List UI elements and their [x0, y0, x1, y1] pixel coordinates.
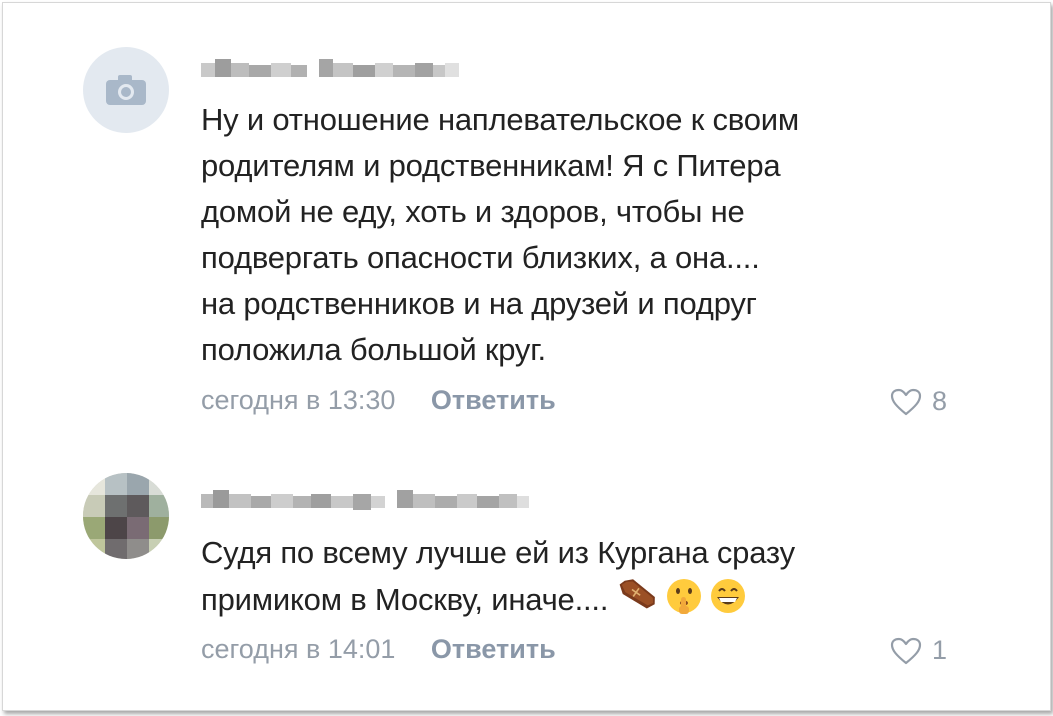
- comment-text-line: родителям и родственникам! Я с Питера: [201, 148, 781, 183]
- coffin-icon: [612, 576, 660, 629]
- screenshot-frame: Ну и отношение наплевательское к своим р…: [2, 2, 1051, 711]
- comment-timestamp: сегодня в 14:01: [201, 634, 396, 664]
- comment-text-line: Ну и отношение наплевательское к своим: [201, 102, 799, 137]
- comment-text: Ну и отношение наплевательское к своим р…: [201, 97, 799, 373]
- reply-button[interactable]: Ответить: [431, 634, 556, 665]
- shushing-face-icon: [664, 576, 704, 629]
- author-name-blurred[interactable]: [201, 59, 463, 77]
- like-button[interactable]: 1: [890, 635, 947, 666]
- reply-button[interactable]: Ответить: [431, 385, 556, 416]
- comment-meta: сегодня в 14:01 Ответить: [201, 634, 556, 665]
- comment-text-span: примиком в Москву, иначе....: [201, 582, 609, 617]
- comment-text-line: Судя по всему лучше ей из Кургана сразу: [201, 535, 795, 570]
- comment-text-line: положила большой круг.: [201, 332, 546, 367]
- avatar[interactable]: [83, 473, 169, 559]
- grinning-face-icon: [708, 576, 748, 629]
- comment-text-line: подвергать опасности близких, а она....: [201, 240, 760, 275]
- comment-timestamp: сегодня в 13:30: [201, 385, 396, 415]
- heart-icon: [890, 388, 922, 415]
- comment-text: Судя по всему лучше ей из Кургана сразу …: [201, 530, 795, 629]
- author-name-blurred[interactable]: [201, 490, 531, 510]
- comment-text-line: на родственников и на друзей и подруг: [201, 286, 757, 321]
- comment-text-line: примиком в Москву, иначе....: [201, 576, 795, 629]
- like-count: 8: [932, 386, 948, 416]
- avatar[interactable]: [83, 47, 169, 133]
- comment-meta: сегодня в 13:30 Ответить: [201, 385, 556, 416]
- comment-text-line: домой не еду, хоть и здоров, чтобы не: [201, 194, 745, 229]
- like-count: 1: [932, 635, 948, 665]
- camera-icon: [106, 75, 146, 105]
- like-button[interactable]: 8: [890, 386, 947, 417]
- heart-icon: [890, 637, 922, 664]
